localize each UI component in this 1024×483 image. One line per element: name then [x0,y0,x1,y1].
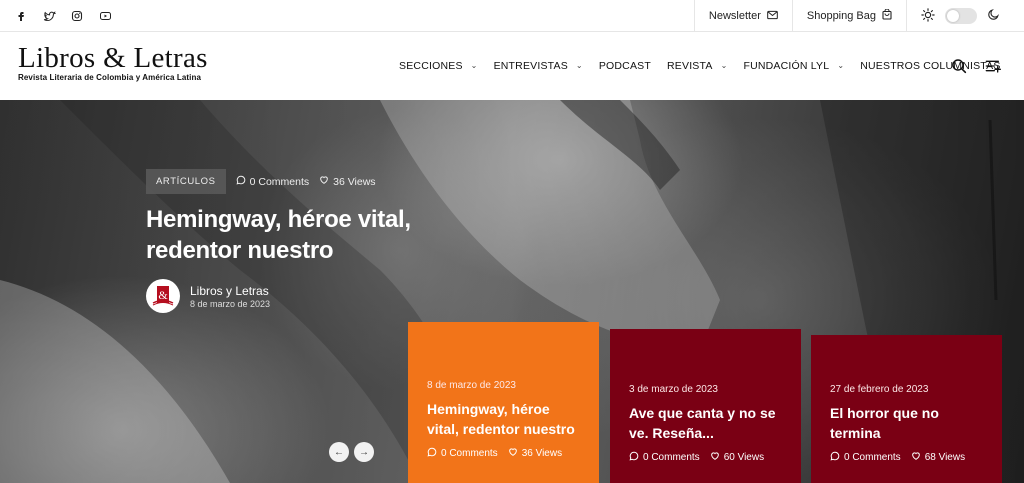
card-views: 36 Views [508,447,562,460]
card-views: 60 Views [710,451,764,464]
arrow-left-icon: ← [334,446,344,458]
dark-mode-toggle[interactable] [945,8,977,24]
nav-label: ENTREVISTAS [493,60,568,72]
hero-title[interactable]: Hemingway, héroe vital, redentor nuestro [146,204,486,266]
top-right-actions: Newsletter Shopping Bag [693,0,1024,32]
card-title[interactable]: El horror que no termina [830,403,983,443]
facebook-icon[interactable] [12,7,30,25]
youtube-icon[interactable] [96,7,114,25]
hero-author: & Libros y Letras 8 de marzo de 2023 [146,279,270,313]
site-logo[interactable]: Libros & Letras Revista Literaria de Col… [18,42,208,83]
arrow-right-icon: → [359,446,369,458]
slider-next-button[interactable]: → [354,442,374,462]
card-title[interactable]: Hemingway, héroe vital, redentor nuestro [427,399,580,439]
site-header: Libros & Letras Revista Literaria de Col… [0,32,1024,100]
heart-icon [319,175,329,188]
card-stats: 0 Comments 36 Views [427,447,580,460]
nav-item-revista[interactable]: REVISTA ⌄ [667,60,727,72]
heart-icon [710,451,720,464]
author-name[interactable]: Libros y Letras [190,284,270,298]
card-comments: 0 Comments [830,451,901,464]
author-info: Libros y Letras 8 de marzo de 2023 [190,284,270,309]
moon-icon[interactable] [987,8,1000,24]
slider-card[interactable]: 8 de marzo de 2023 Hemingway, héroe vita… [408,322,599,483]
card-views-text: 36 Views [521,448,563,459]
menu-icon[interactable] [983,56,1003,76]
nav-item-secciones[interactable]: SECCIONES ⌄ [399,60,478,72]
main-nav: SECCIONES ⌄ ENTREVISTAS ⌄ PODCAST REVISTA ⌄… [399,32,1001,100]
shopping-bag-link[interactable]: Shopping Bag [791,0,906,32]
comments-count: 0 Comments [249,175,310,188]
chevron-down-icon: ⌄ [575,60,583,70]
logo-subtitle: Revista Literaria de Colombia y América … [18,73,202,82]
nav-label: PODCAST [598,60,651,72]
nav-label: REVISTA [667,60,713,72]
comment-icon [830,451,840,464]
sun-icon[interactable] [921,7,935,25]
nav-item-podcast[interactable]: PODCAST [599,60,651,72]
hero-comments: 0 Comments [236,175,310,188]
comment-icon [629,451,639,464]
card-stats: 0 Comments 60 Views [629,451,782,464]
comment-icon [427,447,437,460]
nav-item-fundacion[interactable]: FUNDACIÓN LYL ⌄ [743,60,844,72]
newsletter-label: Newsletter [708,10,761,22]
card-views-text: 60 Views [723,452,765,463]
card-views-text: 68 Views [924,452,966,463]
heart-icon [911,451,921,464]
card-comments-text: 0 Comments [643,452,700,463]
social-links [12,0,114,32]
card-title[interactable]: Ave que canta y no se ve. Reseña... [629,403,782,443]
card-comments-text: 0 Comments [844,452,901,463]
avatar[interactable]: & [146,279,180,313]
slider-card[interactable]: 3 de marzo de 2023 Ave que canta y no se… [610,329,801,483]
newsletter-link[interactable]: Newsletter [693,0,792,32]
card-date: 3 de marzo de 2023 [629,384,718,395]
card-date: 27 de febrero de 2023 [830,384,929,395]
chevron-down-icon: ⌄ [837,60,845,70]
author-date: 8 de marzo de 2023 [190,298,271,309]
card-views: 68 Views [911,451,965,464]
slider-card[interactable]: 27 de febrero de 2023 El horror que no t… [811,335,1002,483]
comment-icon [236,175,246,188]
top-bar: Newsletter Shopping Bag [0,0,1024,32]
bag-icon [882,8,892,23]
hero-views: 36 Views [319,175,376,188]
nav-label: NUESTROS COLUMNISTAS [860,60,1001,72]
card-date: 8 de marzo de 2023 [427,380,516,391]
card-stats: 0 Comments 68 Views [830,451,983,464]
twitter-icon[interactable] [40,7,58,25]
mail-icon [767,10,778,23]
card-comments: 0 Comments [427,447,498,460]
nav-label: FUNDACIÓN LYL [743,60,830,72]
views-count: 36 Views [333,175,376,188]
nav-label: SECCIONES [399,60,463,72]
hero-meta: ARTÍCULOS 0 Comments 36 Views [146,169,376,194]
theme-switcher [906,0,1024,32]
instagram-icon[interactable] [68,7,86,25]
heart-icon [508,447,518,460]
card-comments-text: 0 Comments [441,448,498,459]
hero-slider: ARTÍCULOS 0 Comments 36 Views Hemingway,… [0,100,1024,483]
nav-item-entrevistas[interactable]: ENTREVISTAS ⌄ [494,60,583,72]
logo-title: Libros & Letras [18,42,208,74]
category-badge[interactable]: ARTÍCULOS [146,169,226,194]
chevron-down-icon: ⌄ [720,60,728,70]
slider-prev-button[interactable]: ← [329,442,349,462]
chevron-down-icon: ⌄ [470,60,478,70]
author-logo-icon: & [152,286,174,306]
nav-item-columnistas[interactable]: NUESTROS COLUMNISTAS [860,60,1000,72]
search-icon[interactable] [949,56,969,76]
shopping-bag-label: Shopping Bag [806,10,876,22]
card-comments: 0 Comments [629,451,700,464]
